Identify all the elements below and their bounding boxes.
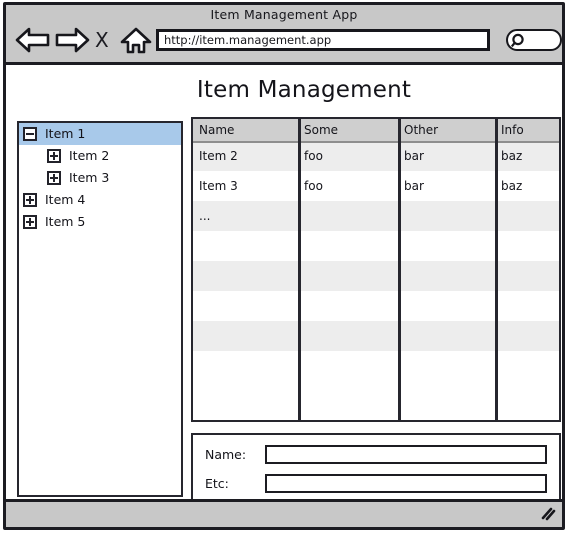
column-divider bbox=[298, 119, 301, 420]
tree-item[interactable]: Item 1 bbox=[19, 123, 181, 145]
table-cell: foo bbox=[304, 179, 323, 193]
table-cell bbox=[193, 291, 298, 321]
form-field-label: Etc: bbox=[205, 476, 229, 491]
expand-toggle-icon[interactable] bbox=[47, 149, 61, 163]
table-cell bbox=[298, 201, 398, 231]
table-cell: baz bbox=[501, 149, 523, 163]
column-divider bbox=[398, 119, 401, 420]
search-input[interactable] bbox=[506, 29, 562, 51]
page-content: Item Management Item 1 Item 2 Item 3 Item 4… bbox=[6, 65, 562, 527]
table-cell: bar bbox=[404, 149, 424, 163]
table-cell bbox=[495, 261, 558, 291]
search-icon bbox=[510, 32, 528, 53]
form-field-label: Name: bbox=[205, 447, 247, 462]
tree-item-label: Item 3 bbox=[69, 170, 110, 185]
back-arrow-icon[interactable] bbox=[15, 27, 51, 57]
forward-arrow-icon[interactable] bbox=[54, 27, 90, 57]
table-cell: Item 3 bbox=[199, 179, 238, 193]
table-header-row: Name Some Other Info bbox=[193, 119, 559, 141]
table-row[interactable] bbox=[193, 291, 559, 321]
table-row[interactable] bbox=[193, 351, 559, 381]
form-row: Name: bbox=[205, 445, 547, 464]
table-header-cell[interactable]: Name bbox=[193, 119, 298, 141]
table-row[interactable] bbox=[193, 231, 559, 261]
table-cell: Item 2 bbox=[199, 149, 238, 163]
table-cell bbox=[193, 261, 298, 291]
table-cell bbox=[398, 201, 495, 231]
item-table-panel: Name Some Other Info Item 2 foo bar baz Item 3 f… bbox=[191, 117, 561, 422]
etc-field[interactable] bbox=[265, 474, 547, 493]
expand-toggle-icon[interactable] bbox=[23, 193, 37, 207]
table-row[interactable]: Item 3 foo bar baz bbox=[193, 171, 559, 201]
form-row: Etc: bbox=[205, 474, 547, 493]
table-cell bbox=[193, 351, 298, 381]
table-cell: foo bbox=[304, 149, 323, 163]
table-cell bbox=[298, 291, 398, 321]
stop-icon[interactable]: X bbox=[95, 28, 109, 52]
table-header-cell[interactable]: Some bbox=[298, 119, 398, 141]
form-fields: Name: Etc: bbox=[205, 445, 547, 493]
table-cell bbox=[398, 231, 495, 261]
table-row[interactable]: ... bbox=[193, 201, 559, 231]
tree-item-label: Item 4 bbox=[45, 192, 86, 207]
table-cell bbox=[398, 351, 495, 381]
table-cell bbox=[495, 231, 558, 261]
expand-toggle-icon[interactable] bbox=[23, 215, 37, 229]
table-row[interactable] bbox=[193, 261, 559, 291]
table-cell bbox=[398, 261, 495, 291]
table-header-cell[interactable]: Info bbox=[495, 119, 558, 141]
table-cell bbox=[398, 321, 495, 351]
expand-toggle-icon[interactable] bbox=[47, 171, 61, 185]
table-cell: ... bbox=[199, 209, 211, 223]
collapse-toggle-icon[interactable] bbox=[23, 127, 37, 141]
table-cell bbox=[298, 261, 398, 291]
home-icon[interactable] bbox=[120, 26, 152, 60]
status-bar bbox=[6, 499, 562, 527]
table-cell bbox=[298, 351, 398, 381]
table-cell bbox=[298, 231, 398, 261]
table-row[interactable]: Item 2 foo bar baz bbox=[193, 141, 559, 171]
table-cell bbox=[495, 321, 558, 351]
tree-item[interactable]: Item 2 bbox=[19, 145, 181, 167]
table-cell bbox=[193, 321, 298, 351]
table-cell bbox=[298, 321, 398, 351]
item-table: Name Some Other Info Item 2 foo bar baz Item 3 f… bbox=[193, 119, 559, 420]
table-row[interactable] bbox=[193, 321, 559, 351]
browser-chrome-bar: Item Management App X http://item.manage… bbox=[6, 5, 562, 65]
table-cell bbox=[495, 201, 558, 231]
tree-item-label: Item 5 bbox=[45, 214, 86, 229]
name-field[interactable] bbox=[265, 445, 547, 464]
tree-item[interactable]: Item 4 bbox=[19, 189, 181, 211]
navigation-toolbar: X http://item.management.app bbox=[6, 24, 562, 62]
table-header-underline bbox=[193, 141, 559, 143]
window-title: Item Management App bbox=[210, 7, 358, 22]
table-cell bbox=[495, 291, 558, 321]
column-divider bbox=[495, 119, 498, 420]
browser-window: Item Management App X http://item.manage… bbox=[3, 2, 565, 530]
table-header-cell[interactable]: Other bbox=[398, 119, 495, 141]
table-cell bbox=[193, 231, 298, 261]
table-cell bbox=[495, 351, 558, 381]
resize-grip-icon[interactable] bbox=[540, 506, 556, 526]
table-cell bbox=[398, 291, 495, 321]
page-title: Item Management bbox=[196, 77, 412, 103]
table-cell: baz bbox=[501, 179, 523, 193]
table-cell: bar bbox=[404, 179, 424, 193]
tree-item[interactable]: Item 5 bbox=[19, 211, 181, 233]
tree-item-label: Item 2 bbox=[69, 148, 110, 163]
url-input[interactable]: http://item.management.app bbox=[156, 29, 490, 51]
item-tree-panel[interactable]: Item 1 Item 2 Item 3 Item 4 Item 5 bbox=[17, 121, 183, 497]
tree-item[interactable]: Item 3 bbox=[19, 167, 181, 189]
tree-item-label: Item 1 bbox=[45, 126, 86, 141]
